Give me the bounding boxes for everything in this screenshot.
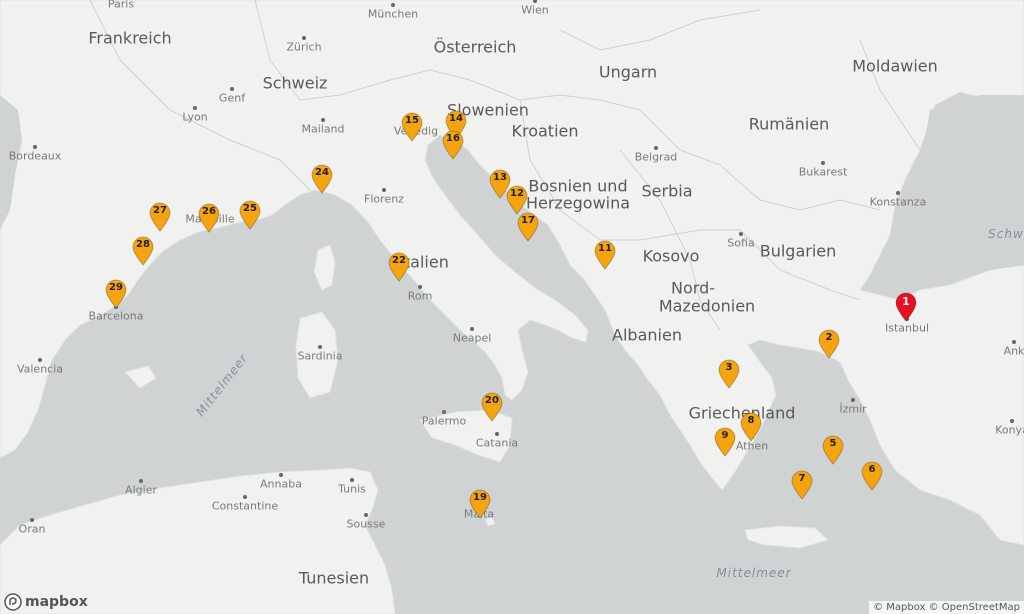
city-dot-belgrad	[654, 146, 658, 150]
marker-number: 6	[868, 464, 876, 475]
mapbox-logo-icon	[4, 593, 22, 611]
island-sardinia	[295, 311, 339, 399]
marker-number: 1	[902, 295, 910, 308]
city-dot-tunis	[350, 478, 354, 482]
city-dot-algier	[139, 479, 143, 483]
marker-number: 25	[243, 203, 257, 214]
marker-number: 24	[315, 167, 329, 178]
marker-number: 15	[405, 115, 419, 126]
map-marker-29[interactable]: 29	[104, 279, 128, 309]
marker-number: 5	[829, 438, 837, 449]
marker-number: 11	[598, 243, 612, 254]
marker-number: 20	[485, 395, 499, 406]
city-dot-catania	[495, 432, 499, 436]
map-marker-26[interactable]: 26	[197, 203, 221, 233]
map-marker-16[interactable]: 16	[441, 130, 465, 160]
mapbox-logo[interactable]: mapbox	[4, 593, 88, 611]
city-dot-rom	[418, 285, 422, 289]
map-marker-11[interactable]: 11	[593, 240, 617, 270]
city-dot-lyon	[193, 106, 197, 110]
city-dot-muenchen	[391, 3, 395, 7]
city-dot-izmir	[851, 398, 855, 402]
city-dot-annaba	[279, 473, 283, 477]
marker-number: 9	[721, 430, 729, 441]
marker-number: 17	[521, 215, 535, 226]
map-marker-24[interactable]: 24	[310, 164, 334, 194]
city-dot-bordeaux	[33, 145, 37, 149]
map-marker-25[interactable]: 25	[238, 200, 262, 230]
marker-number: 2	[825, 332, 833, 343]
map-canvas[interactable]	[0, 0, 1024, 614]
map-marker-6[interactable]: 6	[860, 461, 884, 491]
map-marker-19[interactable]: 19	[468, 489, 492, 519]
map-marker-9[interactable]: 9	[713, 427, 737, 457]
marker-number: 19	[473, 492, 487, 503]
map-marker-20[interactable]: 20	[480, 392, 504, 422]
city-dot-konstanza	[896, 191, 900, 195]
map-marker-7[interactable]: 7	[790, 470, 814, 500]
attribution[interactable]: © Mapbox © OpenStreetMap	[869, 601, 1024, 614]
city-dot-oran	[30, 518, 34, 522]
map-marker-27[interactable]: 27	[148, 202, 172, 232]
city-dot-palermo	[442, 410, 446, 414]
city-dot-sofia	[739, 232, 743, 236]
city-dot-bukarest	[821, 161, 825, 165]
city-dot-genf	[230, 87, 234, 91]
city-dot-ankara	[1012, 340, 1016, 344]
marker-number: 14	[449, 113, 463, 124]
city-dot-mailand	[321, 118, 325, 122]
city-dot-sousse	[364, 513, 368, 517]
map-marker-13[interactable]: 13	[488, 169, 512, 199]
city-dot-constantine	[243, 495, 247, 499]
map-marker-3[interactable]: 3	[717, 359, 741, 389]
map-marker-2[interactable]: 2	[817, 329, 841, 359]
city-dot-sardinia	[318, 345, 322, 349]
marker-number: 3	[725, 362, 733, 373]
map-marker-22[interactable]: 22	[387, 252, 411, 282]
marker-number: 27	[153, 205, 167, 216]
marker-number: 13	[493, 172, 507, 183]
mapbox-logo-text: mapbox	[25, 594, 88, 610]
marker-number: 22	[392, 255, 406, 266]
marker-number: 26	[202, 206, 216, 217]
map-marker-17[interactable]: 17	[516, 212, 540, 242]
marker-number: 16	[446, 133, 460, 144]
marker-number: 8	[747, 415, 755, 426]
marker-number: 29	[109, 282, 123, 293]
city-dot-neapel	[470, 327, 474, 331]
city-dot-konya	[1010, 419, 1014, 423]
marker-number: 7	[798, 473, 806, 484]
city-dot-zuerich	[302, 36, 306, 40]
marker-number: 28	[136, 239, 150, 250]
city-dot-florenz	[382, 188, 386, 192]
map-marker-1[interactable]: 1	[894, 292, 918, 322]
map-marker-8[interactable]: 8	[739, 412, 763, 442]
map-marker-5[interactable]: 5	[821, 435, 845, 465]
map-marker-15[interactable]: 15	[400, 112, 424, 142]
map-marker-28[interactable]: 28	[131, 236, 155, 266]
city-dot-valencia	[38, 358, 42, 362]
